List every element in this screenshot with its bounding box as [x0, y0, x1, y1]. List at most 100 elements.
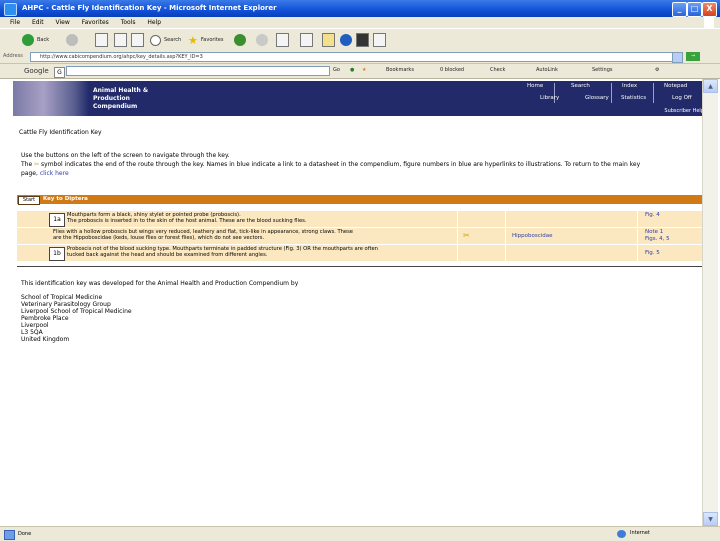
nav-home[interactable]: Home	[527, 83, 543, 89]
google-options-icon[interactable]: ●	[350, 67, 354, 73]
folder-icon	[322, 33, 335, 47]
menu-help[interactable]: Help	[147, 17, 161, 28]
media-icon	[234, 34, 246, 46]
key-title: Key to Diptera	[43, 196, 88, 202]
nav-separator	[653, 83, 654, 103]
nav-search[interactable]: Search	[571, 83, 590, 89]
page-content: Animal Health & Production Compendium Ho…	[11, 79, 710, 526]
google-search-input[interactable]	[66, 66, 330, 76]
status-bar: Done Internet	[0, 526, 720, 541]
family-link[interactable]: Hippoboscidae	[512, 233, 553, 239]
start-button[interactable]: Start	[18, 196, 40, 205]
back-button[interactable]: Back	[22, 33, 49, 47]
couplet-button[interactable]: 1b	[49, 247, 65, 261]
history-button[interactable]	[256, 33, 268, 47]
stop-button[interactable]	[95, 33, 108, 47]
nav-library[interactable]: Library	[540, 95, 559, 101]
media-button[interactable]	[234, 33, 246, 47]
nav-log-off[interactable]: Log Off	[672, 95, 692, 101]
stop-icon	[95, 33, 108, 47]
close-button[interactable]: X	[702, 2, 717, 17]
menu-favorites[interactable]: Favorites	[82, 17, 109, 28]
windows-logo-icon	[704, 17, 714, 28]
minimize-button[interactable]: _	[672, 2, 687, 17]
key-row: 1a Mouthparts form a black, shiny stylet…	[17, 211, 710, 228]
click-here-link[interactable]: click here	[40, 170, 69, 177]
nav-statistics[interactable]: Statistics	[621, 95, 646, 101]
window-title: AHPC - Cattle Fly Identification Key - M…	[22, 4, 277, 12]
title-bar: AHPC - Cattle Fly Identification Key - M…	[0, 0, 720, 17]
divider	[17, 266, 710, 267]
google-toolbar: Google G Go ● ★ Bookmarks 0 blocked Chec…	[0, 64, 720, 79]
page-title: Cattle Fly Identification Key	[19, 129, 102, 136]
menu-edit[interactable]: Edit	[32, 17, 44, 28]
nav-index[interactable]: Index	[622, 83, 637, 89]
google-go-button[interactable]: Go	[333, 67, 340, 73]
google-star-icon[interactable]: ★	[362, 67, 366, 73]
history-icon	[256, 34, 268, 46]
google-settings-button[interactable]: Settings	[592, 67, 613, 73]
favorites-button[interactable]: ★ Favorites	[188, 33, 223, 47]
maximize-button[interactable]: □	[687, 2, 702, 17]
menu-bar: File Edit View Favorites Tools Help	[0, 17, 720, 28]
print-button[interactable]	[276, 33, 289, 47]
menu-file[interactable]: File	[10, 17, 20, 28]
edit-button[interactable]	[300, 33, 313, 47]
autolink-button[interactable]: AutoLink	[536, 67, 558, 73]
intro-text: page,	[21, 170, 40, 177]
spell-check-button[interactable]: Check	[490, 67, 505, 73]
figure-link[interactable]: Note 1 Figs. 4, 5	[645, 229, 670, 243]
intro-line-2: The ✂ symbol indicates the end of the ro…	[21, 161, 701, 168]
intro-line-1: Use the buttons on the left of the scree…	[21, 152, 230, 159]
scroll-up-icon[interactable]: ▲	[703, 79, 718, 93]
key-row: 1b Proboscis not of the blood sucking ty…	[17, 245, 710, 262]
signin-icon[interactable]: ⚙	[655, 67, 659, 73]
couplet-text: Mouthparts form a black, shiny stylet or…	[67, 212, 307, 224]
edit-icon	[300, 33, 313, 47]
menu-view[interactable]: View	[56, 17, 70, 28]
bookmarks-button[interactable]: Bookmarks	[386, 67, 414, 73]
internet-zone-icon	[617, 530, 626, 538]
address-dropdown-icon[interactable]	[672, 52, 683, 63]
favorites-label: Favorites	[200, 37, 224, 43]
toolbar: Back Search ★ Favorites	[0, 28, 720, 52]
search-label: Search	[164, 37, 182, 43]
couplet-text: Flies with a hollow proboscis but wings …	[53, 229, 353, 241]
banner-photo	[13, 81, 89, 116]
end-symbol-icon: ✂	[463, 231, 470, 240]
search-button[interactable]: Search	[150, 33, 181, 47]
menu-tools[interactable]: Tools	[121, 17, 136, 28]
couplet-button[interactable]: 1a	[49, 213, 65, 227]
key-row: Flies with a hollow proboscis but wings …	[17, 228, 710, 245]
forward-button[interactable]	[66, 33, 78, 47]
zone-text: Internet	[630, 530, 650, 536]
refresh-button[interactable]	[114, 33, 127, 47]
address-label: Address	[3, 53, 23, 59]
nav-notepad[interactable]: Notepad	[664, 83, 687, 89]
search-icon	[150, 34, 161, 46]
google-search-icon[interactable]: G	[54, 67, 65, 78]
figure-link[interactable]: Fig. 4	[645, 212, 660, 219]
messenger-button[interactable]	[340, 33, 352, 47]
refresh-icon	[114, 33, 127, 47]
home-icon	[131, 33, 144, 47]
intro-line-3: page, click here	[21, 170, 69, 177]
address-input[interactable]: http://www.cabicompendium.org/ahpc/key_d…	[30, 52, 677, 62]
intro-text: The	[21, 161, 35, 168]
nav-glossary[interactable]: Glossary	[585, 95, 609, 101]
forward-arrow-icon	[66, 34, 78, 46]
scroll-down-icon[interactable]: ▼	[703, 512, 718, 526]
subscriber-help-link[interactable]: Subscriber Help	[664, 108, 704, 114]
tool-button-1[interactable]	[356, 33, 369, 47]
vertical-scrollbar[interactable]: ▲ ▼	[702, 79, 718, 526]
globe-icon	[340, 34, 352, 46]
tool-button-2[interactable]	[373, 33, 386, 47]
figure-link[interactable]: Fig. 5	[645, 250, 660, 257]
home-button[interactable]	[131, 33, 144, 47]
go-arrow-icon[interactable]: →	[686, 52, 700, 61]
popup-blocked-button[interactable]: 0 blocked	[440, 67, 464, 73]
ie-icon	[4, 3, 17, 16]
address-bar: Address http://www.cabicompendium.org/ah…	[0, 50, 720, 64]
favorites-star-icon: ★	[188, 33, 198, 47]
discuss-button[interactable]	[322, 33, 335, 47]
